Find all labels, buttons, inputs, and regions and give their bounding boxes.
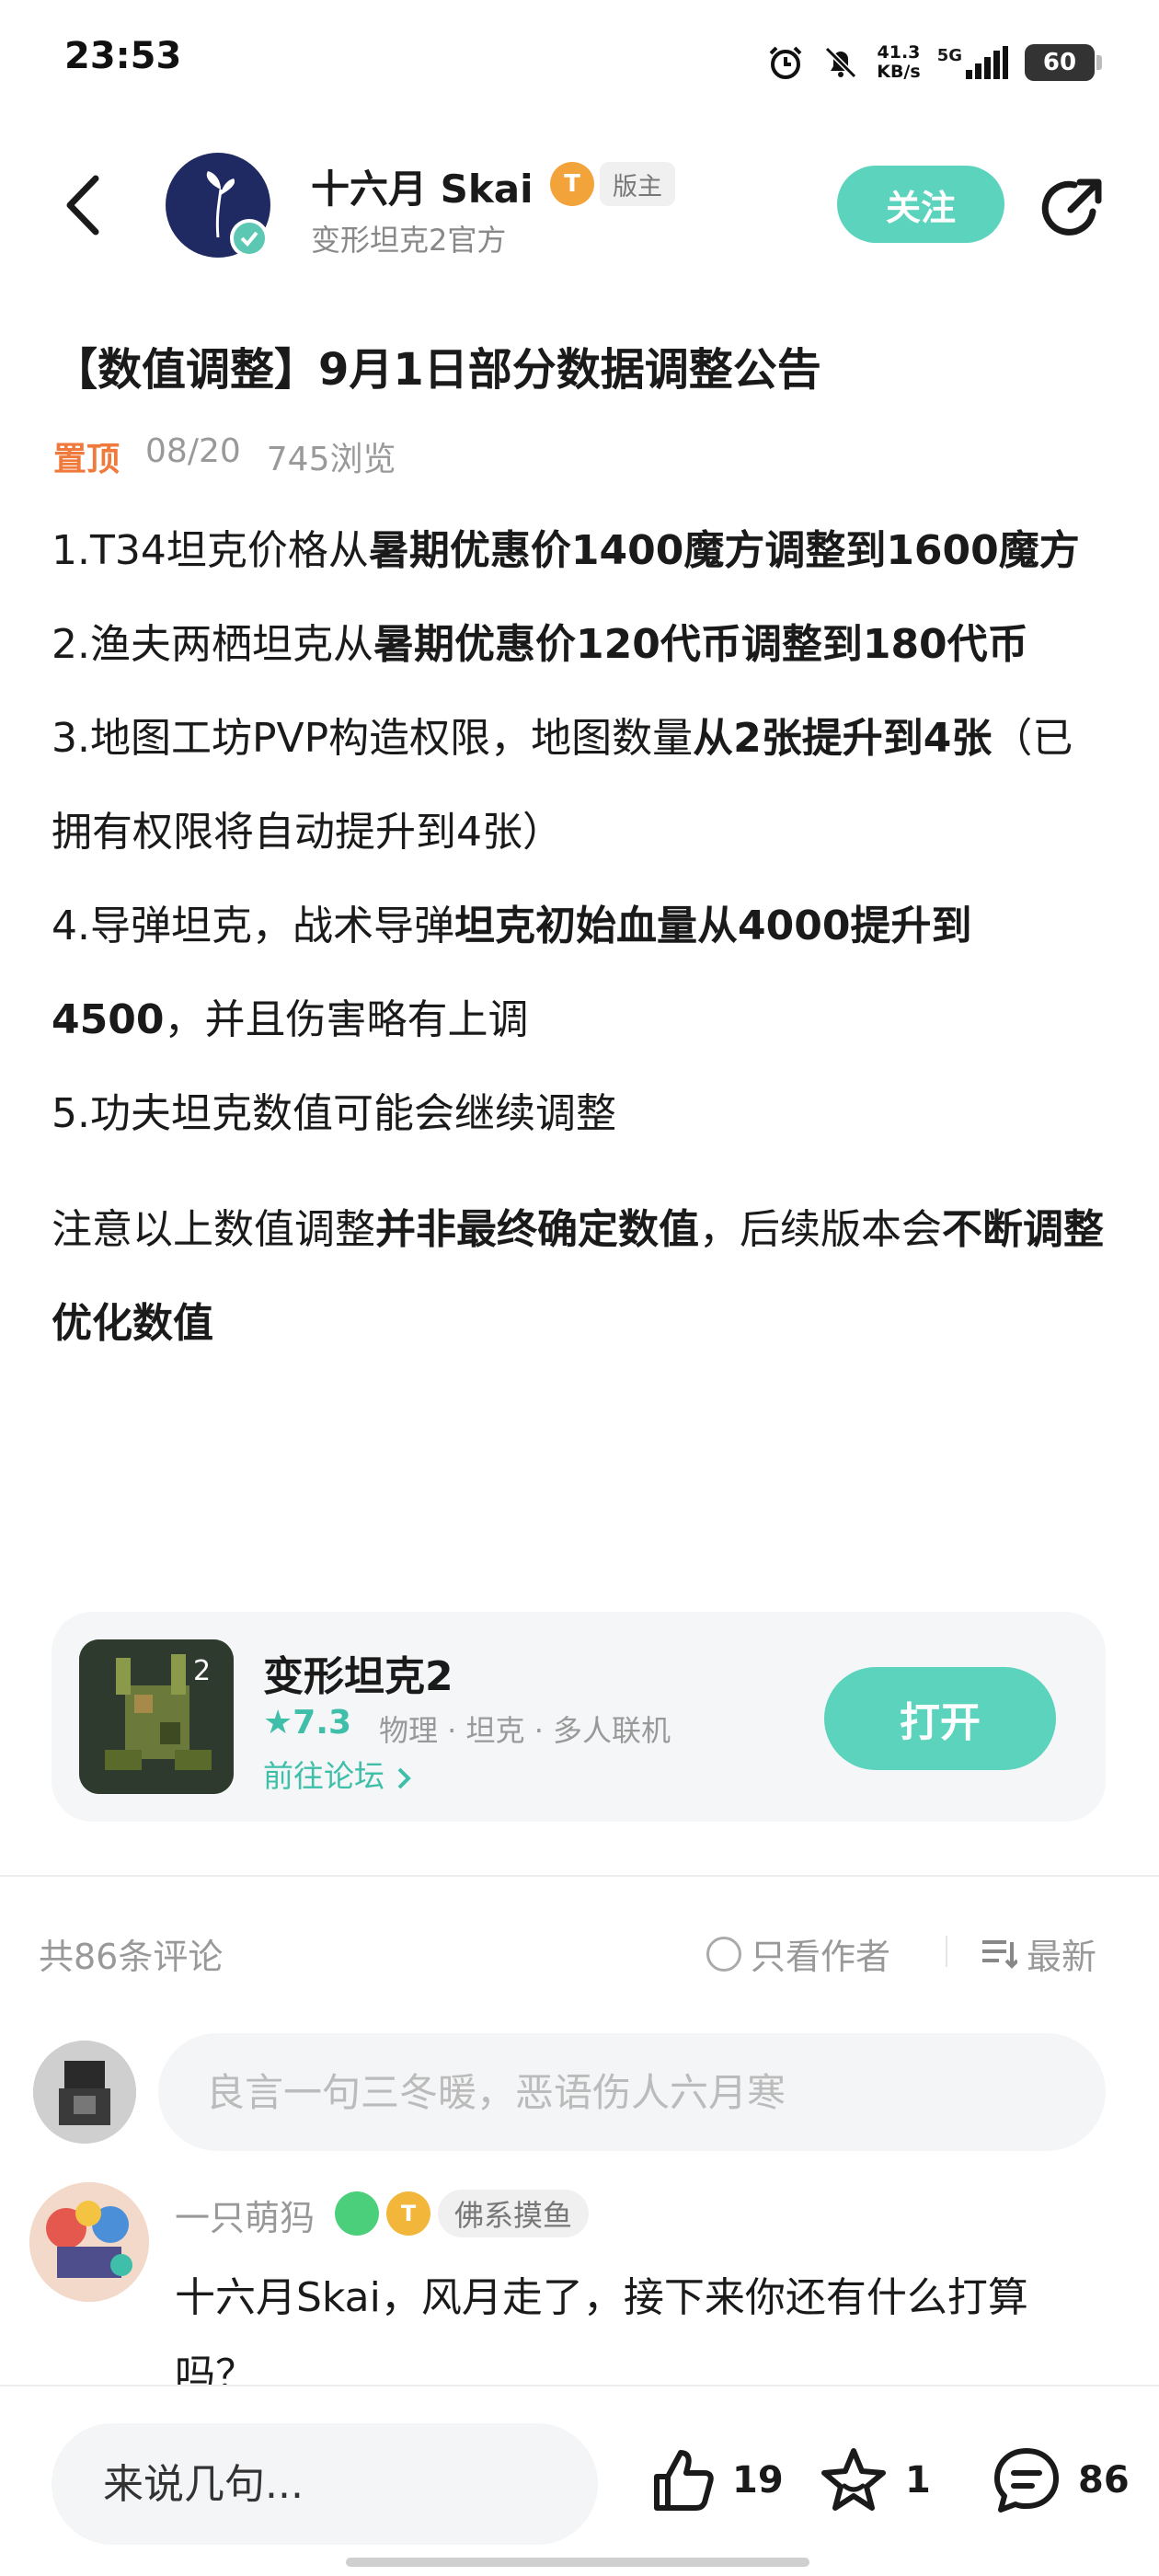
radio-circle-icon [706,1936,741,1972]
status-time: 23:53 [64,35,182,77]
star-outline-icon [821,2448,886,2511]
post-note: 注意以上数值调整并非最终确定数值，后续版本会不断调整优化数值 [52,1183,1109,1371]
author-subtitle: 变形坦克2官方 [311,223,507,258]
comment-bubble-icon [994,2448,1059,2513]
comment-input[interactable] [158,2033,1106,2151]
post-body: 1.T34坦克价格从暑期优惠价1400魔方调整到1600魔方 2.渔夫两栖坦克从… [52,504,1109,1371]
note-text: 注意以上数值调整 [52,1206,375,1253]
net-speed-value: 41.3 [877,42,921,63]
commenter-tag: 佛系摸鱼 [438,2190,590,2237]
share-icon [1041,178,1102,236]
item-text: ，并且伤害略有上调 [164,996,529,1043]
commenter-avatar[interactable] [29,2182,149,2302]
signal-group: 5G [937,46,1008,79]
author-only-toggle[interactable]: 只看作者 [706,1928,890,1979]
signal-icon [966,46,1008,79]
game-card[interactable]: 2 变形坦克2 ★7.3 物理 · 坦克 · 多人联机 前往论坛 打开 [52,1612,1106,1822]
sort-list-icon [982,1939,1017,1969]
home-indicator[interactable] [346,2558,809,2567]
game-rating: ★7.3 [263,1704,351,1742]
follow-button[interactable]: 关注 [837,166,1004,243]
mute-bell-icon [825,46,857,79]
favorite-button[interactable]: 1 [817,2434,931,2526]
battery-icon: 60 [1025,44,1102,81]
like-count: 19 [732,2459,784,2501]
network-type: 5G [936,46,962,65]
back-arrow-icon [66,175,99,236]
post-header: 十六月 Skai T 版主 变形坦克2官方 关注 [0,138,1159,276]
sort-latest-button[interactable]: 最新 [981,1928,1096,1979]
post-date: 08/20 [145,432,241,470]
post-views: 745浏览 [266,441,396,478]
game-rating-value: 7.3 [293,1704,352,1742]
my-avatar [33,2041,136,2144]
share-button[interactable] [1038,175,1106,243]
game-tags: 物理 · 坦克 · 多人联机 [379,1713,671,1748]
item-text: 4.导弹坦克，战术导弹 [52,903,454,949]
item-text: 3.地图工坊PVP构造权限，地图数量 [52,715,694,762]
level-badge-icon: T [386,2191,430,2236]
achievement-badge-icon [335,2191,379,2236]
net-speed: 41.3 KB/s [877,43,920,82]
post-item: 5.功夫坦克数值可能会继续调整 [52,1067,1109,1161]
forum-link-label: 前往论坛 [263,1758,384,1794]
chevron-right-icon [397,1767,411,1788]
author-name[interactable]: 十六月 Skai [311,158,534,214]
author-only-label: 只看作者 [751,1937,891,1977]
note-text: ，后续版本会 [699,1206,942,1253]
comment-total: 86 [1078,2459,1130,2501]
thumbs-up-icon [654,2450,714,2511]
game-name: 变形坦克2 [263,1653,453,1700]
alarm-icon [769,46,802,79]
post-meta: 置顶 08/20 745浏览 [53,432,396,480]
post-item: 2.渔夫两栖坦克从暑期优惠价120代币调整到180代币 [52,598,1109,692]
section-divider [0,1875,1159,1877]
role-tag: 版主 [600,162,675,206]
status-bar: 23:53 41.3 KB/s 5G 60 [0,0,1159,120]
favorite-count: 1 [905,2459,931,2501]
star-icon: ★ [263,1704,293,1742]
post-item: 4.导弹坦克，战术导弹坦克初始血量从4000提升到4500，并且伤害略有上调 [52,880,1109,1067]
post-item: 1.T34坦克价格从暑期优惠价1400魔方调整到1600魔方 [52,504,1109,598]
post-title: 【数值调整】9月1日部分数据调整公告 [53,344,821,396]
level-badge-icon: T [550,162,594,206]
commenter-name[interactable]: 一只萌犸 [175,2190,315,2240]
item-bold-text: 暑期优惠价1400魔方调整到1600魔方 [368,527,1080,574]
open-game-button[interactable]: 打开 [824,1667,1056,1770]
comments-button[interactable]: 86 [990,2434,1130,2526]
item-text: 2.渔夫两栖坦克从 [52,621,373,668]
item-bold-text: 暑期优惠价120代币调整到180代币 [373,621,1028,668]
item-text: 5.功夫坦克数值可能会继续调整 [52,1090,616,1137]
status-icons: 41.3 KB/s 5G 60 [766,37,1102,88]
item-text: 1.T34坦克价格从 [52,527,369,574]
sort-separator [946,1936,947,1967]
net-speed-unit: KB/s [877,62,921,82]
note-bold-text: 并非最终确定数值 [375,1206,699,1253]
sort-label: 最新 [1027,1937,1097,1977]
item-bold-text: 从2张提升到4张 [693,715,993,762]
game-forum-link[interactable]: 前往论坛 [263,1752,413,1796]
post-item: 3.地图工坊PVP构造权限，地图数量从2张提升到4张（已拥有权限将自动提升到4张… [52,692,1109,880]
like-button[interactable]: 19 [644,2434,784,2526]
comment-count: 共86条评论 [39,1937,224,1977]
pinned-tag: 置顶 [53,441,120,478]
reply-input[interactable] [52,2423,598,2545]
game-icon: 2 [79,1639,234,1794]
verified-badge-icon [230,219,269,258]
svg-text:2: 2 [193,1655,211,1687]
bottom-action-bar: 19 1 86 [0,2385,1159,2576]
back-button[interactable] [55,173,110,237]
